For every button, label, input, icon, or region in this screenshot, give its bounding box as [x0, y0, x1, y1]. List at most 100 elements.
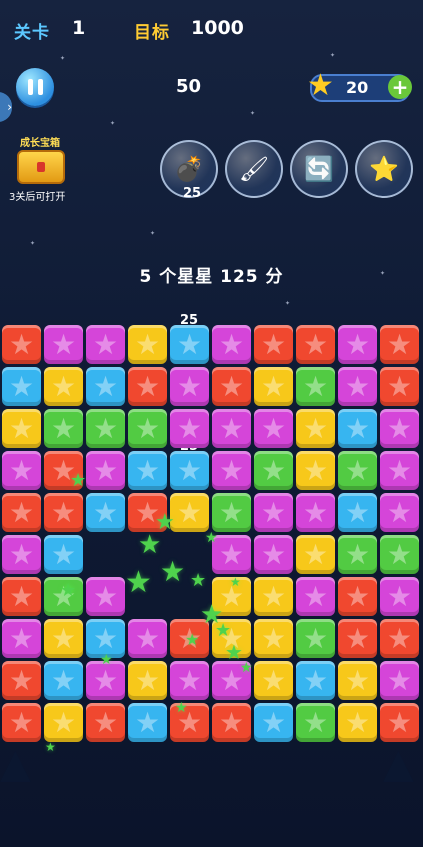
star-tile-purple[interactable]: ★ [170, 409, 209, 448]
star-tile-green[interactable]: ★ [296, 367, 335, 406]
star-tile-red[interactable]: ★ [2, 661, 41, 700]
star-tile-blue[interactable]: ★ [44, 661, 83, 700]
star-tile-yellow[interactable]: ★ [44, 367, 83, 406]
star-tile-red[interactable]: ★ [2, 577, 41, 616]
treasure-chest-icon [17, 150, 65, 184]
star-tile-purple[interactable]: ★ [254, 535, 293, 574]
star-tile-yellow[interactable]: ★ [338, 703, 377, 742]
star-tile-purple[interactable]: ★ [170, 661, 209, 700]
star-tile-blue[interactable]: ★ [170, 325, 209, 364]
star-tile-yellow[interactable]: ★ [296, 535, 335, 574]
star-tile-purple[interactable]: ★ [380, 493, 419, 532]
star-tile-blue[interactable]: ★ [2, 367, 41, 406]
star-tile-green[interactable]: ★ [212, 493, 251, 532]
star-tile-blue[interactable]: ★ [338, 493, 377, 532]
star-tile-red[interactable]: ★ [44, 493, 83, 532]
star-tile-yellow[interactable]: ★ [44, 619, 83, 658]
star-tile-purple[interactable]: ★ [170, 367, 209, 406]
star-tile-red[interactable]: ★ [254, 325, 293, 364]
star-tile-purple[interactable]: ★ [86, 451, 125, 490]
star-tile-blue[interactable]: ★ [86, 493, 125, 532]
star-tile-red[interactable]: ★ [2, 703, 41, 742]
star-tile-yellow[interactable]: ★ [338, 661, 377, 700]
star-tile-yellow[interactable]: ★ [254, 619, 293, 658]
chest-title: 成长宝箱 [20, 138, 60, 149]
particle-star: ★ [125, 565, 152, 600]
star-tile-green[interactable]: ★ [296, 619, 335, 658]
star-tile-purple[interactable]: ★ [2, 619, 41, 658]
star-tile-purple[interactable]: ★ [44, 325, 83, 364]
star-tile-purple[interactable]: ★ [2, 535, 41, 574]
star-tile-red[interactable]: ★ [212, 367, 251, 406]
star-tile-yellow[interactable]: ★ [128, 661, 167, 700]
pause-button[interactable] [16, 68, 54, 106]
star-tile-purple[interactable]: ★ [380, 409, 419, 448]
star-tile-green[interactable]: ★ [296, 703, 335, 742]
star-tile-yellow[interactable]: ★ [296, 451, 335, 490]
star-tile-purple[interactable]: ★ [338, 367, 377, 406]
star-tile-purple[interactable]: ★ [212, 451, 251, 490]
star-tile-green[interactable]: ★ [254, 451, 293, 490]
star-tile-green[interactable]: ★ [86, 409, 125, 448]
star-tile-blue[interactable]: ★ [254, 703, 293, 742]
star-tile-yellow[interactable]: ★ [170, 493, 209, 532]
sky-star: ✦ [250, 110, 256, 117]
star-tile-green[interactable]: ★ [128, 409, 167, 448]
star-tile-purple[interactable]: ★ [86, 325, 125, 364]
star-tile-red[interactable]: ★ [380, 703, 419, 742]
star-tile-yellow[interactable]: ★ [296, 409, 335, 448]
star-tile-purple[interactable]: ★ [296, 577, 335, 616]
star-tile-yellow[interactable]: ★ [44, 703, 83, 742]
tool-swap[interactable]: 🔄 [290, 140, 348, 198]
star-tile-purple[interactable]: ★ [338, 325, 377, 364]
star-tile-purple[interactable]: ★ [380, 661, 419, 700]
star-tile-red[interactable]: ★ [86, 703, 125, 742]
particle-star: ★ [240, 660, 253, 676]
star-tile-yellow[interactable]: ★ [254, 367, 293, 406]
star-tile-red[interactable]: ★ [380, 367, 419, 406]
star-tile-purple[interactable]: ★ [2, 451, 41, 490]
star-tile-green[interactable]: ★ [338, 535, 377, 574]
star-tile-red[interactable]: ★ [380, 325, 419, 364]
star-tile-red[interactable]: ★ [2, 325, 41, 364]
particle-star: ★ [205, 530, 218, 546]
goal-label: 目标 [134, 23, 170, 43]
star-tile-purple[interactable]: ★ [128, 619, 167, 658]
star-tile-purple[interactable]: ★ [254, 409, 293, 448]
star-tile-red[interactable]: ★ [338, 619, 377, 658]
star-tile-purple[interactable]: ★ [296, 493, 335, 532]
star-tile-yellow[interactable]: ★ [254, 661, 293, 700]
star-tile-blue[interactable]: ★ [128, 703, 167, 742]
star-tile-yellow[interactable]: ★ [2, 409, 41, 448]
star-tile-purple[interactable]: ★ [212, 325, 251, 364]
particle-star: ★ [45, 740, 56, 754]
particle-star: ★ [185, 630, 200, 649]
star-tile-purple[interactable]: ★ [86, 577, 125, 616]
star-tile-blue[interactable]: ★ [170, 451, 209, 490]
star-tile-purple[interactable]: ★ [380, 577, 419, 616]
star-tile-yellow[interactable]: ★ [128, 325, 167, 364]
tool-star-box[interactable]: ⭐ [355, 140, 413, 198]
star-tile-red[interactable]: ★ [380, 619, 419, 658]
star-tile-red[interactable]: ★ [338, 577, 377, 616]
star-tile-purple[interactable]: ★ [380, 451, 419, 490]
star-tile-red[interactable]: ★ [296, 325, 335, 364]
star-tile-blue[interactable]: ★ [296, 661, 335, 700]
star-tile-green[interactable]: ★ [338, 451, 377, 490]
star-tile-blue[interactable]: ★ [44, 535, 83, 574]
star-tile-yellow[interactable]: ★ [254, 577, 293, 616]
side-tab[interactable]: › [0, 92, 12, 122]
tool-brush[interactable]: 🖌 [225, 140, 283, 198]
star-tile-green[interactable]: ★ [44, 409, 83, 448]
star-tile-red[interactable]: ★ [128, 367, 167, 406]
star-tile-red[interactable]: ★ [2, 493, 41, 532]
star-tile-purple[interactable]: ★ [212, 409, 251, 448]
star-tile-green[interactable]: ★ [380, 535, 419, 574]
star-tile-blue[interactable]: ★ [128, 451, 167, 490]
star-tile-purple[interactable]: ★ [254, 493, 293, 532]
star-tile-blue[interactable]: ★ [338, 409, 377, 448]
add-stars-button[interactable]: + [388, 75, 412, 99]
current-score: 50 [176, 76, 202, 97]
star-tile-red[interactable]: ★ [212, 703, 251, 742]
star-tile-blue[interactable]: ★ [86, 367, 125, 406]
